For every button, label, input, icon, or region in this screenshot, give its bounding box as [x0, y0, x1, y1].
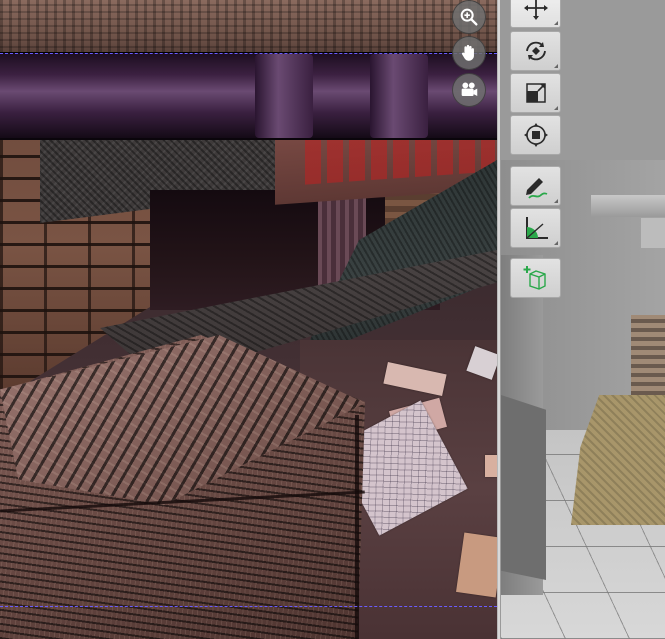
submenu-corner-indicator: [554, 241, 558, 245]
move-tool-button[interactable]: [510, 0, 561, 28]
paper-sheet: [456, 532, 497, 598]
move-arrows-icon: [523, 0, 548, 20]
measure-angle-icon: [525, 217, 548, 239]
scale-icon: [525, 83, 546, 103]
measure-tool-button[interactable]: [510, 208, 561, 248]
camera-button[interactable]: [452, 73, 486, 107]
column-base: [501, 395, 546, 580]
selection-guide-bottom: [0, 606, 497, 607]
draw-tool-button[interactable]: [510, 166, 561, 206]
rotate-icon: [525, 41, 546, 61]
submenu-corner-indicator: [554, 199, 558, 203]
scale-tool-button[interactable]: [510, 73, 561, 113]
add-object-button[interactable]: [510, 258, 561, 298]
transform-gizmo-button[interactable]: [510, 115, 561, 155]
rotate-tool-button[interactable]: [510, 31, 561, 71]
zoom-button[interactable]: [452, 0, 486, 34]
selection-guide-top: [0, 53, 497, 54]
add-cube-icon: [523, 266, 546, 290]
pan-hand-icon: [461, 44, 474, 61]
submenu-corner-indicator: [554, 21, 558, 25]
scene-viewport-main[interactable]: [0, 0, 497, 639]
camera-icon: [461, 82, 478, 96]
wall-shelf-bracket: [641, 218, 665, 248]
crate-preview: [631, 315, 665, 395]
pipe-joint: [370, 54, 428, 138]
submenu-corner-indicator: [554, 106, 558, 110]
paper-sheet: [485, 455, 497, 477]
pipe-joint: [255, 54, 313, 138]
submenu-corner-indicator: [554, 64, 558, 68]
pan-button[interactable]: [452, 36, 486, 70]
tool-palette: [510, 0, 562, 300]
editor-window: [0, 0, 665, 639]
zoom-icon: [460, 8, 478, 26]
wall-shelf: [591, 195, 665, 217]
transform-gizmo-icon: [523, 123, 548, 147]
pencil-draw-icon: [525, 178, 547, 199]
